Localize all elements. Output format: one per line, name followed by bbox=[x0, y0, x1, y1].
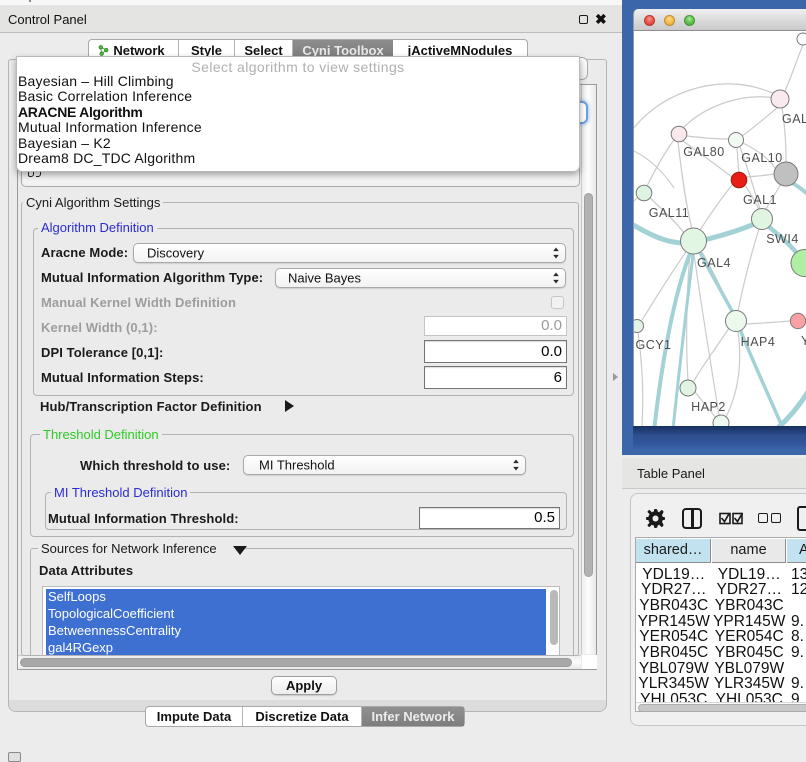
svg-text:Y: Y bbox=[801, 334, 806, 348]
svg-text:GAL1: GAL1 bbox=[743, 193, 777, 207]
svg-text:GAL10: GAL10 bbox=[741, 151, 782, 165]
svg-text:HAP4: HAP4 bbox=[741, 335, 776, 349]
svg-text:GCY1: GCY1 bbox=[635, 338, 671, 352]
svg-text:GAL7: GAL7 bbox=[782, 112, 806, 126]
svg-text:HAP2: HAP2 bbox=[691, 400, 726, 414]
svg-text:SWI4: SWI4 bbox=[766, 232, 799, 246]
svg-text:GAL4: GAL4 bbox=[697, 256, 731, 270]
svg-text:GAL80: GAL80 bbox=[683, 145, 724, 159]
svg-text:GAL11: GAL11 bbox=[649, 206, 690, 220]
